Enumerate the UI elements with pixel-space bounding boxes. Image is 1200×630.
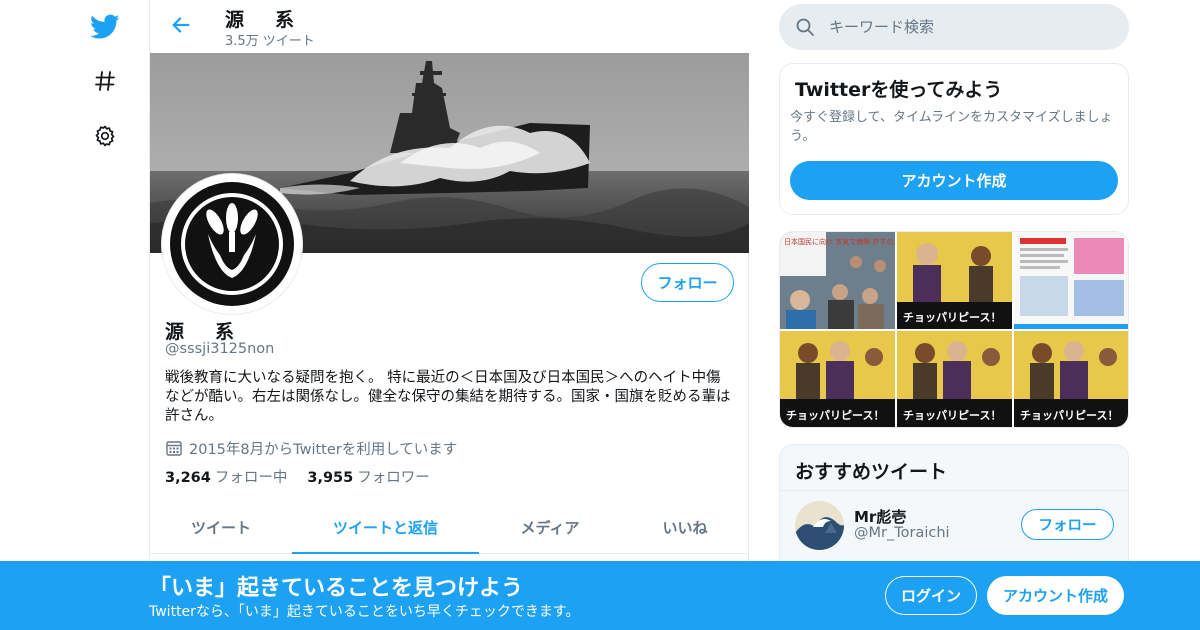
login-button[interactable]: ログイン <box>885 576 977 615</box>
twitter-bird-icon[interactable] <box>88 10 122 44</box>
thumb-caption: チョッパリピース！ <box>903 409 1001 422</box>
profile-header-bar: 源 系 3.5万 ツイート <box>150 0 749 53</box>
joined-text: 2015年8月からTwitterを利用しています <box>189 441 458 458</box>
signup-card-title: Twitterを使ってみよう <box>795 79 1003 101</box>
follow-button[interactable]: フォロー <box>641 263 734 302</box>
thumb-caption: チョッパリピース！ <box>903 311 1001 324</box>
media-thumb[interactable]: 日本国民に向け 本気で侮辱 許すのか！ <box>780 232 895 329</box>
gear-icon[interactable] <box>88 119 122 153</box>
prompt-subtitle: Twitterなら、「いま」起きていることをいち早くチェックできます。 <box>149 604 580 620</box>
arrow-left-icon[interactable] <box>168 12 194 38</box>
following-stat[interactable]: 3,264 フォロー中 <box>165 466 287 487</box>
media-thumb[interactable]: チョッパリピース！ <box>897 232 1012 329</box>
tab-media[interactable]: メディア <box>479 502 621 553</box>
media-thumbnails: 日本国民に向け 本気で侮辱 許すのか！ チョッパリピース！ <box>779 231 1129 428</box>
search-icon <box>795 17 815 37</box>
tab-likes[interactable]: いいね <box>621 502 749 553</box>
signup-card-description: 今すぐ登録して、タイムラインをカスタマイズしましょう。 <box>790 110 1113 144</box>
signup-prompt-bar: 「いま」起きていることを見つけよう Twitterなら、「いま」起きていることを… <box>0 561 1200 630</box>
profile-bio: 戦後教育に大いなる疑問を抱く。 特に最近の＜日本国及び日本国民＞へのヘイト中傷な… <box>165 370 731 424</box>
profile-name: 源 系 <box>165 321 241 343</box>
profile-avatar[interactable] <box>162 174 302 314</box>
left-nav <box>80 0 130 630</box>
recommended-follow-button[interactable]: フォロー <box>1021 509 1114 540</box>
media-thumb[interactable]: チョッパリピース！ <box>1014 331 1128 427</box>
signup-card: Twitterを使ってみよう 今すぐ登録して、タイムラインをカスタマイズしましょ… <box>779 63 1129 215</box>
media-thumb[interactable]: チョッパリピース！ <box>780 331 895 427</box>
thumb-caption: チョッパリピース！ <box>786 409 884 422</box>
following-count: 3,264 <box>165 470 211 486</box>
tab-tweets[interactable]: ツイート <box>150 502 292 553</box>
recommended-user-name[interactable]: Mr彪壱 <box>854 506 906 527</box>
create-account-button[interactable]: アカウント作成 <box>790 161 1118 200</box>
media-thumb[interactable] <box>1014 232 1128 329</box>
search-input[interactable] <box>829 18 1109 36</box>
media-thumb[interactable]: チョッパリピース！ <box>897 331 1012 427</box>
profile-handle[interactable]: @sssji3125non <box>165 341 274 357</box>
thumb-caption: 日本国民に向け 本気で侮辱 許すのか！ <box>784 237 895 246</box>
followers-stat[interactable]: 3,955 フォロワー <box>307 466 429 487</box>
search-box[interactable] <box>779 4 1129 50</box>
followers-count: 3,955 <box>307 470 354 486</box>
header-tweet-count: 3.5万 ツイート <box>225 34 315 49</box>
hashtag-icon[interactable] <box>88 64 122 98</box>
following-label: フォロー中 <box>214 470 288 486</box>
avatar[interactable] <box>795 501 844 550</box>
divider <box>780 490 1128 491</box>
signup-button[interactable]: アカウント作成 <box>987 576 1124 615</box>
followers-label: フォロワー <box>357 470 430 486</box>
profile-tabs: ツイート ツイートと返信 メディア いいね <box>150 502 749 554</box>
prompt-title: 「いま」起きていることを見つけよう <box>149 576 524 601</box>
thumb-caption: チョッパリピース！ <box>1020 409 1118 422</box>
header-profile-name: 源 系 <box>225 9 301 31</box>
calendar-icon <box>165 439 183 457</box>
profile-column: 源 系 3.5万 ツイート フォロー 源 系 @sssji3125non 戦後教… <box>149 0 749 630</box>
profile-joined-date: 2015年8月からTwitterを利用しています <box>165 436 457 460</box>
recommended-title: おすすめツイート <box>795 461 948 483</box>
profile-stats: 3,264 フォロー中 3,955 フォロワー <box>165 466 450 487</box>
tab-tweets-and-replies[interactable]: ツイートと返信 <box>292 502 479 554</box>
recommended-user-handle[interactable]: @Mr_Toraichi <box>854 525 950 541</box>
